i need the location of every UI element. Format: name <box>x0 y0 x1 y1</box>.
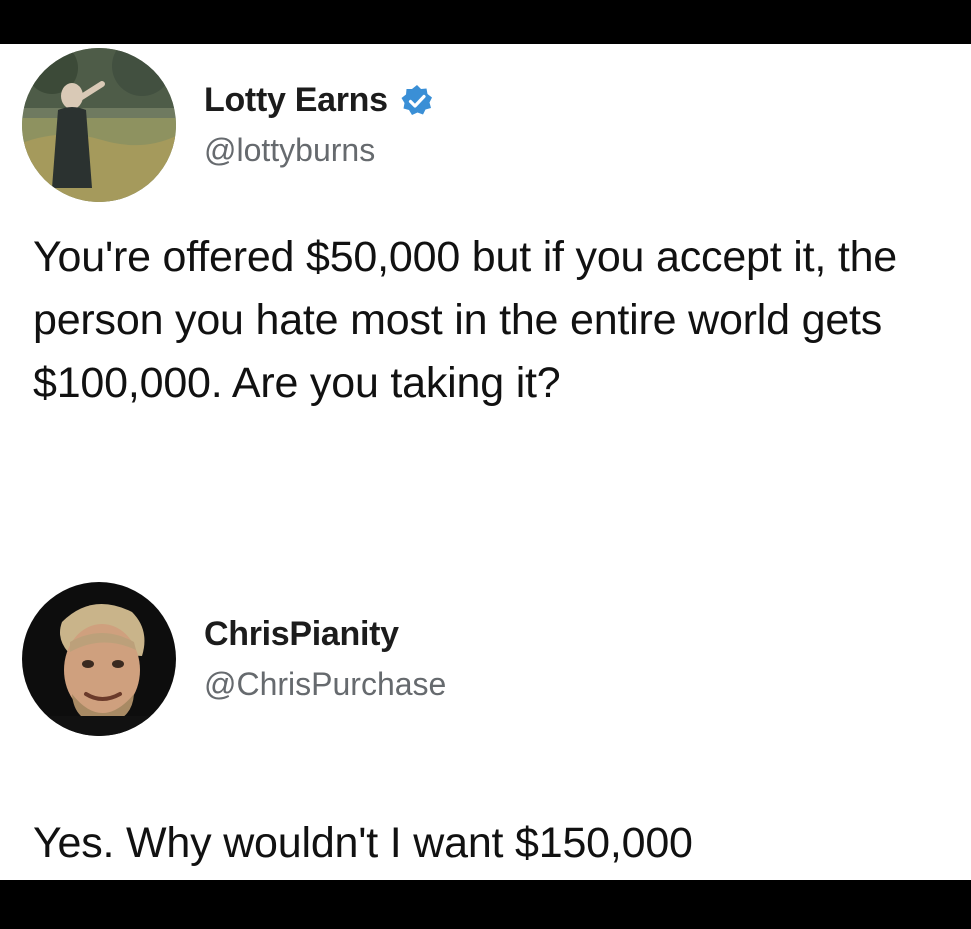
display-name[interactable]: ChrisPianity <box>204 615 399 654</box>
name-row: ChrisPianity <box>204 615 446 654</box>
user-handle[interactable]: @lottyburns <box>204 132 434 169</box>
avatar-photo <box>22 582 176 736</box>
user-ids: Lotty Earns @lottyburns <box>204 81 434 169</box>
reply-header: ChrisPianity @ChrisPurchase <box>22 582 446 736</box>
tweet-header: Lotty Earns @lottyburns <box>22 48 434 202</box>
avatar[interactable] <box>22 582 176 736</box>
verified-badge-icon <box>400 84 434 118</box>
screenshot-frame: Lotty Earns @lottyburns You're offered $… <box>0 0 971 929</box>
bottom-border <box>0 880 971 929</box>
name-row: Lotty Earns <box>204 81 434 120</box>
display-name[interactable]: Lotty Earns <box>204 81 388 120</box>
avatar[interactable] <box>22 48 176 202</box>
tweet-text: You're offered $50,000 but if you accept… <box>33 233 898 407</box>
tweet-thread: Lotty Earns @lottyburns You're offered $… <box>0 44 971 880</box>
user-ids: ChrisPianity @ChrisPurchase <box>204 615 446 703</box>
user-handle[interactable]: @ChrisPurchase <box>204 666 446 703</box>
reply-text: Yes. Why wouldn't I want $150,000 <box>33 819 693 867</box>
avatar-photo <box>22 48 176 202</box>
